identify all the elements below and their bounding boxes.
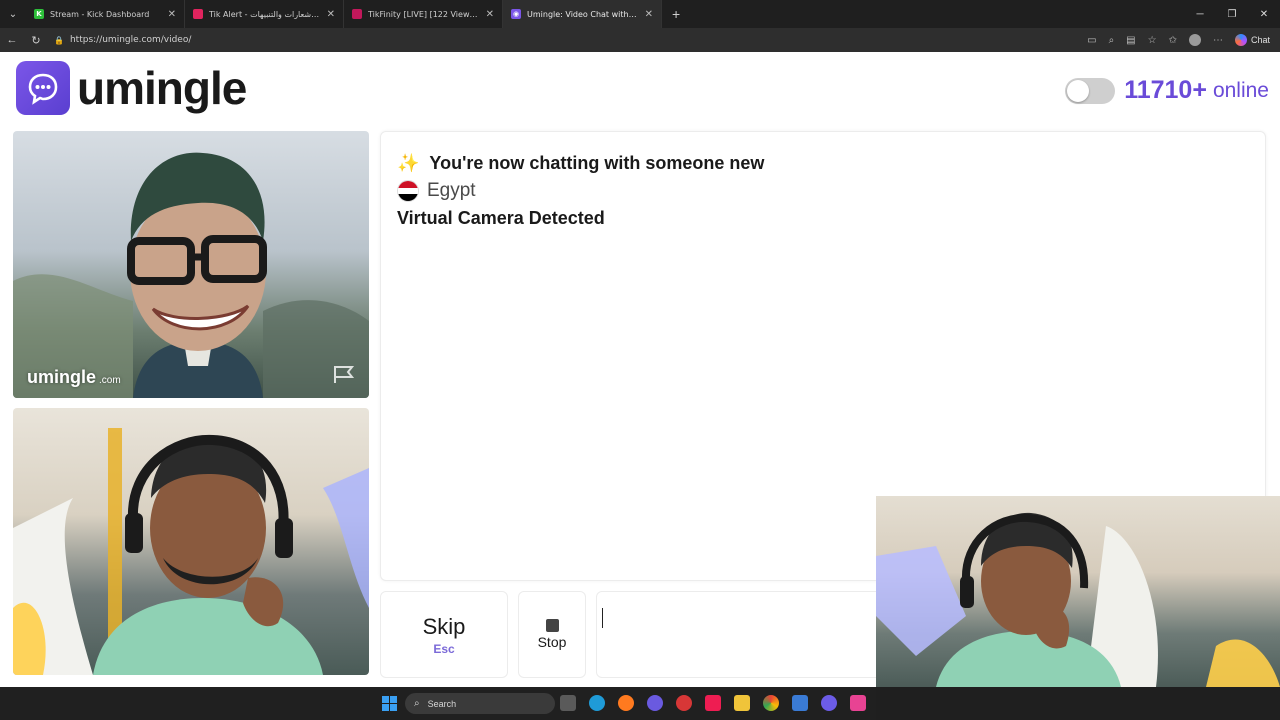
skip-shortcut: Esc xyxy=(433,641,455,656)
tikfinity-icon xyxy=(352,9,362,19)
webcam-overlay xyxy=(876,496,1280,687)
egypt-flag-icon xyxy=(397,180,419,202)
umingle-watermark: umingle .com xyxy=(27,367,121,387)
search-placeholder: Search xyxy=(427,698,457,709)
sparkle-icon: ✨ xyxy=(397,153,420,173)
camera-icon[interactable]: ▭ xyxy=(1087,35,1096,46)
close-icon[interactable]: ✕ xyxy=(645,9,653,20)
tab-umingle[interactable]: ◉ Umingle: Video Chat with Str ✕ xyxy=(503,0,662,28)
tab-title: TikFinity [LIVE] [122 Viewers] xyxy=(368,9,480,19)
close-icon[interactable]: ✕ xyxy=(168,9,176,20)
text-caret xyxy=(602,608,603,628)
chrome-icon[interactable] xyxy=(763,695,779,711)
stranger-video: umingle .com xyxy=(13,131,369,398)
self-camera-figure xyxy=(13,428,369,675)
tik-alert-icon xyxy=(193,9,203,19)
theme-toggle[interactable] xyxy=(1065,77,1116,104)
store-icon[interactable] xyxy=(792,695,808,711)
country-name: Egypt xyxy=(427,180,476,201)
tiktok-icon[interactable] xyxy=(705,695,721,711)
skip-label: Skip xyxy=(422,613,466,639)
url-text: https://umingle.com/video/ xyxy=(69,35,192,45)
favorites-icon[interactable]: ✩ xyxy=(1169,35,1177,46)
tab-tikfinity[interactable]: TikFinity [LIVE] [122 Viewers] ✕ xyxy=(344,0,503,28)
taskbar-apps xyxy=(560,695,866,711)
app-pink-icon[interactable] xyxy=(850,695,866,711)
stop-button[interactable]: Stop xyxy=(518,591,586,678)
close-window-icon[interactable]: ✕ xyxy=(1248,0,1280,28)
kick-icon: K xyxy=(34,9,44,19)
tab-actions-chevron-icon[interactable]: ⌄ xyxy=(0,0,26,28)
stranger-avatar-figure xyxy=(13,152,369,398)
copilot-app-icon[interactable] xyxy=(821,695,837,711)
reader-icon[interactable]: ▤ xyxy=(1126,35,1135,46)
tab-kick-dashboard[interactable]: K Stream - Kick Dashboard ✕ xyxy=(26,0,185,28)
stop-label: Stop xyxy=(537,634,567,650)
umingle-icon: ◉ xyxy=(511,9,521,19)
status-text: You're now chatting with someone new xyxy=(429,153,765,173)
stop-icon xyxy=(545,619,559,632)
back-arrow-icon[interactable]: ← xyxy=(0,34,24,46)
close-icon[interactable]: ✕ xyxy=(486,9,494,20)
address-bar: ← ↻ 🔒 https://umingle.com/video/ ▭ ⌕ ▤ ☆… xyxy=(0,28,1280,52)
refresh-icon[interactable]: ↻ xyxy=(24,34,48,47)
copilot-icon xyxy=(1234,34,1247,46)
close-icon[interactable]: ✕ xyxy=(327,9,335,20)
minimize-icon[interactable]: ─ xyxy=(1184,0,1216,28)
more-options-icon[interactable]: ⋯ xyxy=(1213,35,1223,46)
camera-warning: Virtual Camera Detected xyxy=(397,208,605,228)
new-tab-button[interactable]: + xyxy=(672,6,680,22)
browser-tabbar: ⌄ K Stream - Kick Dashboard ✕ Tik Alert … xyxy=(0,0,1280,28)
lock-icon: 🔒 xyxy=(54,35,64,45)
site-logo[interactable]: umingle xyxy=(16,61,247,115)
task-view-icon[interactable] xyxy=(560,695,576,711)
favorite-star-icon[interactable]: ☆ xyxy=(1148,35,1157,46)
webcam-figure xyxy=(876,512,1280,687)
online-count: 11710+ xyxy=(1124,76,1207,104)
windows-taskbar: ⌕ Search xyxy=(0,687,876,720)
edge-icon[interactable] xyxy=(589,695,605,711)
tab-tik-alert[interactable]: Tik Alert - منصة الإشعارات والتنبيهات ✕ xyxy=(185,0,344,28)
report-flag-icon[interactable] xyxy=(332,364,356,384)
app-dots-icon[interactable] xyxy=(676,695,692,711)
zoom-icon[interactable]: ⌕ xyxy=(1109,35,1115,46)
online-label: online xyxy=(1212,78,1269,102)
message-input[interactable] xyxy=(596,591,896,678)
online-indicator: 11710+ online xyxy=(1065,76,1269,105)
windows-start-icon[interactable] xyxy=(382,696,397,711)
chat-bubble-icon xyxy=(16,61,70,115)
profile-avatar[interactable] xyxy=(1188,34,1201,46)
country-line: Egypt xyxy=(397,180,476,202)
browser-toolbar: ▭ ⌕ ▤ ☆ ✩ ⋯ Chat xyxy=(1087,34,1280,46)
status-message: ✨ You're now chatting with someone new xyxy=(397,153,764,174)
app-circle-icon[interactable] xyxy=(647,695,663,711)
search-icon: ⌕ xyxy=(414,698,420,709)
tab-title: Stream - Kick Dashboard xyxy=(50,9,150,19)
firefox-icon[interactable] xyxy=(618,695,634,711)
self-video xyxy=(13,408,369,675)
restore-icon[interactable]: ❐ xyxy=(1216,0,1248,28)
skip-button[interactable]: Skip Esc xyxy=(380,591,508,678)
copilot-label: Chat xyxy=(1250,35,1270,45)
copilot-button[interactable]: Chat xyxy=(1234,34,1270,46)
file-explorer-icon[interactable] xyxy=(734,695,750,711)
tab-title: Umingle: Video Chat with Str xyxy=(527,9,639,19)
window-controls: ─ ❐ ✕ xyxy=(1184,0,1280,28)
tab-title: Tik Alert - منصة الإشعارات والتنبيهات xyxy=(209,9,321,19)
url-field[interactable]: 🔒 https://umingle.com/video/ xyxy=(54,31,1087,49)
taskbar-search[interactable]: ⌕ Search xyxy=(405,693,555,714)
logo-text: umingle xyxy=(77,62,247,114)
